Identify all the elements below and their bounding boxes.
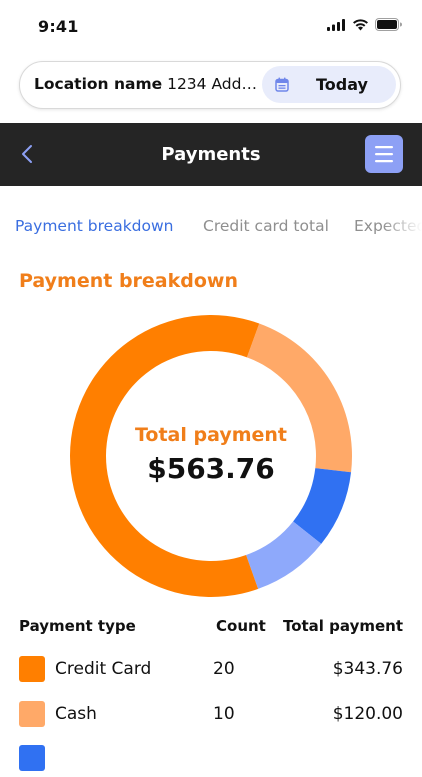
tab-credit-card-total[interactable]: Credit card total [203,216,329,236]
table-row: Credit Card 20 $343.76 [0,656,422,688]
header-count: Count [216,617,266,635]
calendar-icon [275,77,289,92]
location-selector[interactable]: Location name 1234 Address Street Today [19,61,401,109]
payment-type-cell: Cash [55,704,97,724]
count-cell: 20 [213,659,235,679]
tab-fade [382,204,422,248]
count-cell: 10 [213,704,235,724]
header-payment-type: Payment type [19,617,136,635]
color-swatch [19,745,45,771]
donut-slice [246,323,353,473]
hamburger-menu-icon [375,146,393,163]
tab-payment-breakdown[interactable]: Payment breakdown [15,216,174,236]
menu-button[interactable] [365,135,403,173]
total-cell: $120.00 [332,704,403,724]
status-icons [327,18,402,31]
tab-bar: Payment breakdown Credit card total Expe… [0,204,422,248]
location-info[interactable]: Location name 1234 Address Street [34,62,262,107]
wifi-icon [353,18,368,30]
date-selector-button[interactable]: Today [262,66,396,103]
header-total-payment: Total payment [282,617,403,635]
status-time: 9:41 [38,17,79,36]
date-label: Today [316,75,368,94]
total-cell: $343.76 [332,659,403,679]
location-name: Location name [34,75,163,93]
table-row: Cash 10 $120.00 [0,701,422,733]
payment-type-cell: Credit Card [55,659,152,679]
cellular-signal-icon [327,18,345,31]
color-swatch [19,656,45,682]
page-title: Payments [161,144,261,165]
section-title: Payment breakdown [19,270,238,292]
location-address: 1234 Address Street [167,75,262,93]
status-bar: 9:41 [0,0,422,54]
donut-center-label: Total payment [134,424,288,446]
battery-icon [375,18,402,31]
nav-bar: Payments [0,123,422,186]
donut-center-value: $563.76 [147,452,275,485]
color-swatch [19,701,45,727]
